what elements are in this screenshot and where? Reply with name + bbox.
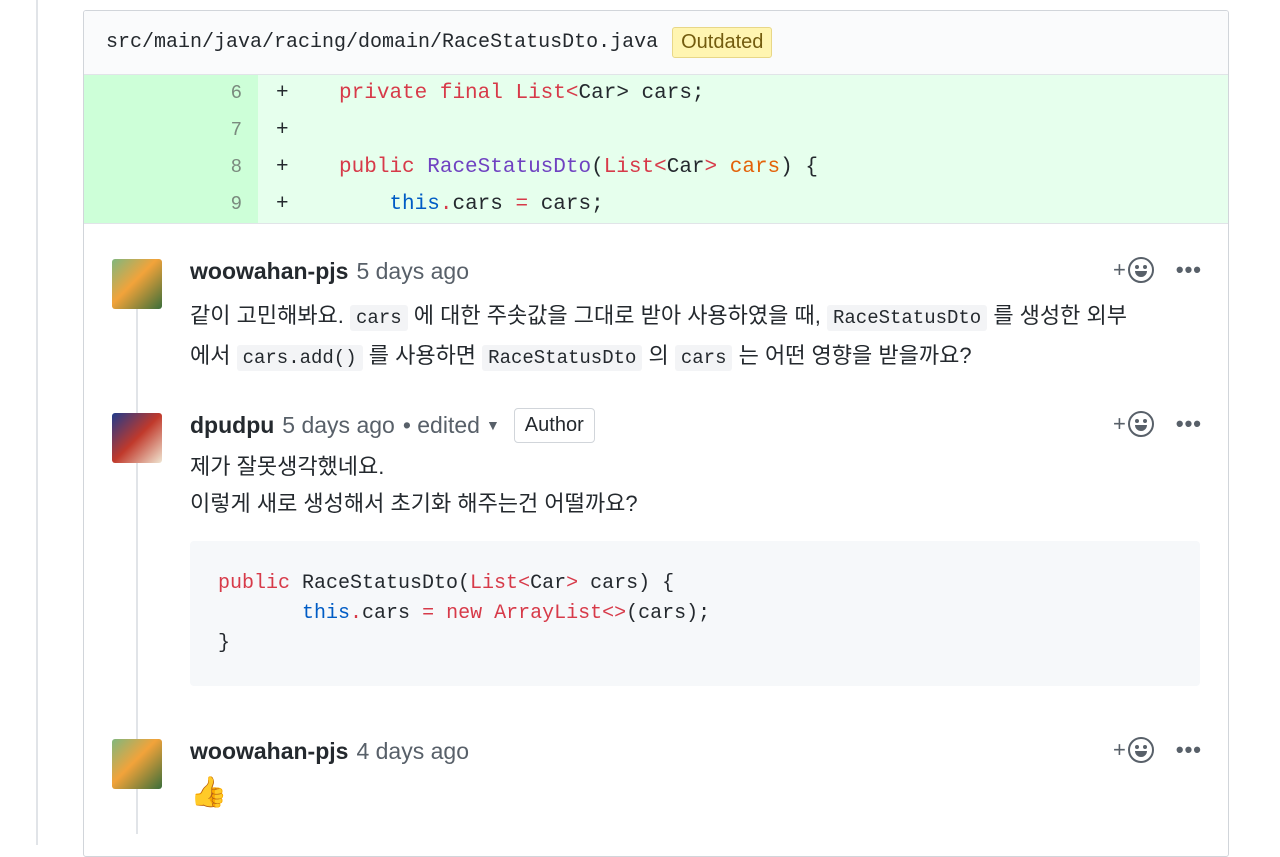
comment-header: woowahan-pjs 4 days ago — [190, 733, 469, 769]
outdated-badge: Outdated — [672, 27, 773, 58]
inline-code: cars — [674, 345, 733, 371]
comment-author[interactable]: woowahan-pjs — [190, 738, 348, 765]
code-line: + public RaceStatusDto(List<Car> cars) { — [276, 156, 818, 179]
comment-actions: + ••• — [1113, 257, 1202, 283]
line-number[interactable]: 7 — [84, 112, 258, 149]
thumbs-up-icon: 👍 — [190, 776, 228, 809]
comment-header: dpudpu 5 days ago • edited ▼ Author — [190, 407, 595, 443]
comment-timestamp[interactable]: 5 days ago — [282, 412, 395, 439]
inline-code: cars — [350, 305, 408, 331]
add-reaction-button[interactable]: + — [1113, 737, 1154, 763]
avatar[interactable] — [112, 413, 162, 463]
diff-divider — [84, 223, 1228, 224]
comment-body: 👍 — [190, 774, 1190, 813]
comment-header: woowahan-pjs 5 days ago — [190, 253, 469, 289]
more-options-icon[interactable]: ••• — [1176, 411, 1202, 437]
line-number[interactable]: 8 — [84, 149, 258, 186]
diff-line: 6 + private final List<Car> cars; — [84, 75, 1228, 112]
comment-line: 같이 고민해봐요. cars 에 대한 주솟값을 그대로 받아 사용하였을 때,… — [190, 303, 1127, 331]
comment-body: 제가 잘못생각했네요. 이렇게 새로 생성해서 초기화 해주는건 어떨까요? — [190, 448, 1190, 522]
inline-code: RaceStatusDto — [482, 345, 643, 371]
smiley-icon — [1127, 257, 1154, 283]
comment-actions: + ••• — [1113, 737, 1202, 763]
code-line: + this.cars = cars; — [276, 193, 604, 216]
file-path-link[interactable]: src/main/java/racing/domain/RaceStatusDt… — [106, 31, 658, 54]
diff-line: 8 + public RaceStatusDto(List<Car> cars)… — [84, 149, 1228, 186]
smiley-icon — [1127, 411, 1154, 437]
file-header: src/main/java/racing/domain/RaceStatusDt… — [84, 11, 1228, 75]
smiley-icon — [1127, 737, 1154, 763]
more-options-icon[interactable]: ••• — [1176, 737, 1202, 763]
comment-timestamp[interactable]: 4 days ago — [356, 738, 469, 765]
inline-code: cars.add() — [236, 345, 363, 371]
author-badge: Author — [513, 407, 595, 443]
caret-down-icon: ▼ — [485, 417, 500, 433]
review-thread-card: src/main/java/racing/domain/RaceStatusDt… — [83, 10, 1229, 857]
diff-hunk: 6 + private final List<Car> cars; 7 + 8 … — [84, 75, 1228, 223]
add-reaction-button[interactable]: + — [1113, 257, 1154, 283]
line-number[interactable]: 6 — [84, 75, 258, 112]
code-line: + private final List<Car> cars; — [276, 82, 705, 105]
avatar[interactable] — [112, 259, 162, 309]
code-line: + — [276, 119, 289, 142]
comment-actions: + ••• — [1113, 411, 1202, 437]
diff-line: 9 + this.cars = cars; — [84, 186, 1228, 223]
add-reaction-button[interactable]: + — [1113, 411, 1154, 437]
comment-author[interactable]: dpudpu — [190, 412, 274, 439]
comment-timestamp[interactable]: 5 days ago — [356, 258, 469, 285]
inline-code: RaceStatusDto — [826, 305, 988, 331]
diff-line: 7 + — [84, 112, 1228, 149]
code-block: public RaceStatusDto(List<Car> cars) { t… — [190, 541, 1200, 686]
line-number[interactable]: 9 — [84, 186, 258, 223]
more-options-icon[interactable]: ••• — [1176, 257, 1202, 283]
comment-author[interactable]: woowahan-pjs — [190, 258, 348, 285]
code-line: public RaceStatusDto(List<Car> cars) { — [218, 572, 675, 595]
comment-body: 같이 고민해봐요. cars 에 대한 주솟값을 그대로 받아 사용하였을 때,… — [190, 297, 1190, 377]
comment-line: 이렇게 새로 생성해서 초기화 해주는건 어떨까요? — [190, 491, 638, 516]
timeline-line — [36, 0, 38, 845]
edited-dropdown[interactable]: • edited ▼ — [403, 412, 500, 439]
avatar[interactable] — [112, 739, 162, 789]
comment-line: 제가 잘못생각했네요. — [190, 454, 385, 479]
code-line: } — [218, 632, 231, 655]
code-line: this.cars = new ArrayList<>(cars); — [302, 602, 711, 625]
comment-line: 에서 cars.add() 를 사용하면 RaceStatusDto 의 car… — [190, 343, 972, 371]
